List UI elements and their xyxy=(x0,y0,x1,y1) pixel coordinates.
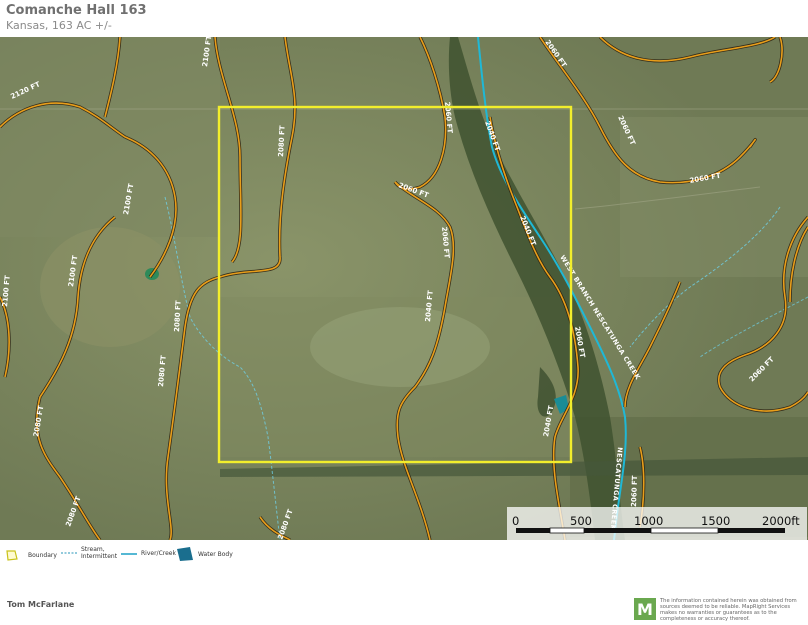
terrain-patch xyxy=(620,117,808,277)
scale-segment xyxy=(718,528,785,533)
legend-water-body-label: Water Body xyxy=(198,550,233,558)
legend-water-body: Water Body xyxy=(176,546,233,562)
legend-river-label: River/Creek xyxy=(141,550,176,557)
terrain-patch xyxy=(310,307,490,387)
contour-label: 2060 FT xyxy=(630,475,639,507)
river-swatch-icon xyxy=(121,552,137,555)
author-name: Tom McFarlane xyxy=(7,600,75,609)
map-title: Comanche Hall 163 xyxy=(6,3,147,18)
disclaimer-text: The information contained herein was obt… xyxy=(660,598,797,622)
legend-stream: Stream, Intermittent xyxy=(60,546,117,560)
map-legend: Boundary Stream, Intermittent River/Cree… xyxy=(0,544,808,568)
terrain-patch xyxy=(40,227,180,347)
legend-river: River/Creek xyxy=(120,550,176,557)
scale-segment xyxy=(650,527,719,534)
scale-tick-label: 0 xyxy=(512,514,519,528)
scale-tick-label: 1500 xyxy=(701,514,730,528)
scale-tick-label: 500 xyxy=(570,514,592,528)
scale-segment xyxy=(516,528,550,533)
scale-tick-label: 2000ft xyxy=(762,514,800,528)
terrain-patch xyxy=(0,37,220,237)
contour-label: 2080 FT xyxy=(277,125,287,157)
scale-segment xyxy=(584,528,651,533)
satellite-map[interactable]: 2080 FT 2100 FT 2120 FT 2100 FT 2100 FT … xyxy=(0,37,808,540)
legend-stream-label: Stream, Intermittent xyxy=(81,546,118,560)
water-body-swatch-icon xyxy=(177,547,193,561)
legend-boundary-label: Boundary xyxy=(28,551,57,559)
scale-segment xyxy=(549,527,585,534)
legend-boundary: Boundary xyxy=(6,549,57,561)
stream-swatch-icon xyxy=(61,552,77,554)
scale-bar: 0 500 1000 1500 2000ft xyxy=(507,507,807,540)
map-subtitle: Kansas, 163 AC +/- xyxy=(6,19,112,32)
mapright-logo: M xyxy=(634,598,656,620)
contour-label: 2080 FT xyxy=(173,300,183,332)
scale-tick-label: 1000 xyxy=(634,514,663,528)
boundary-swatch-icon xyxy=(6,550,18,561)
